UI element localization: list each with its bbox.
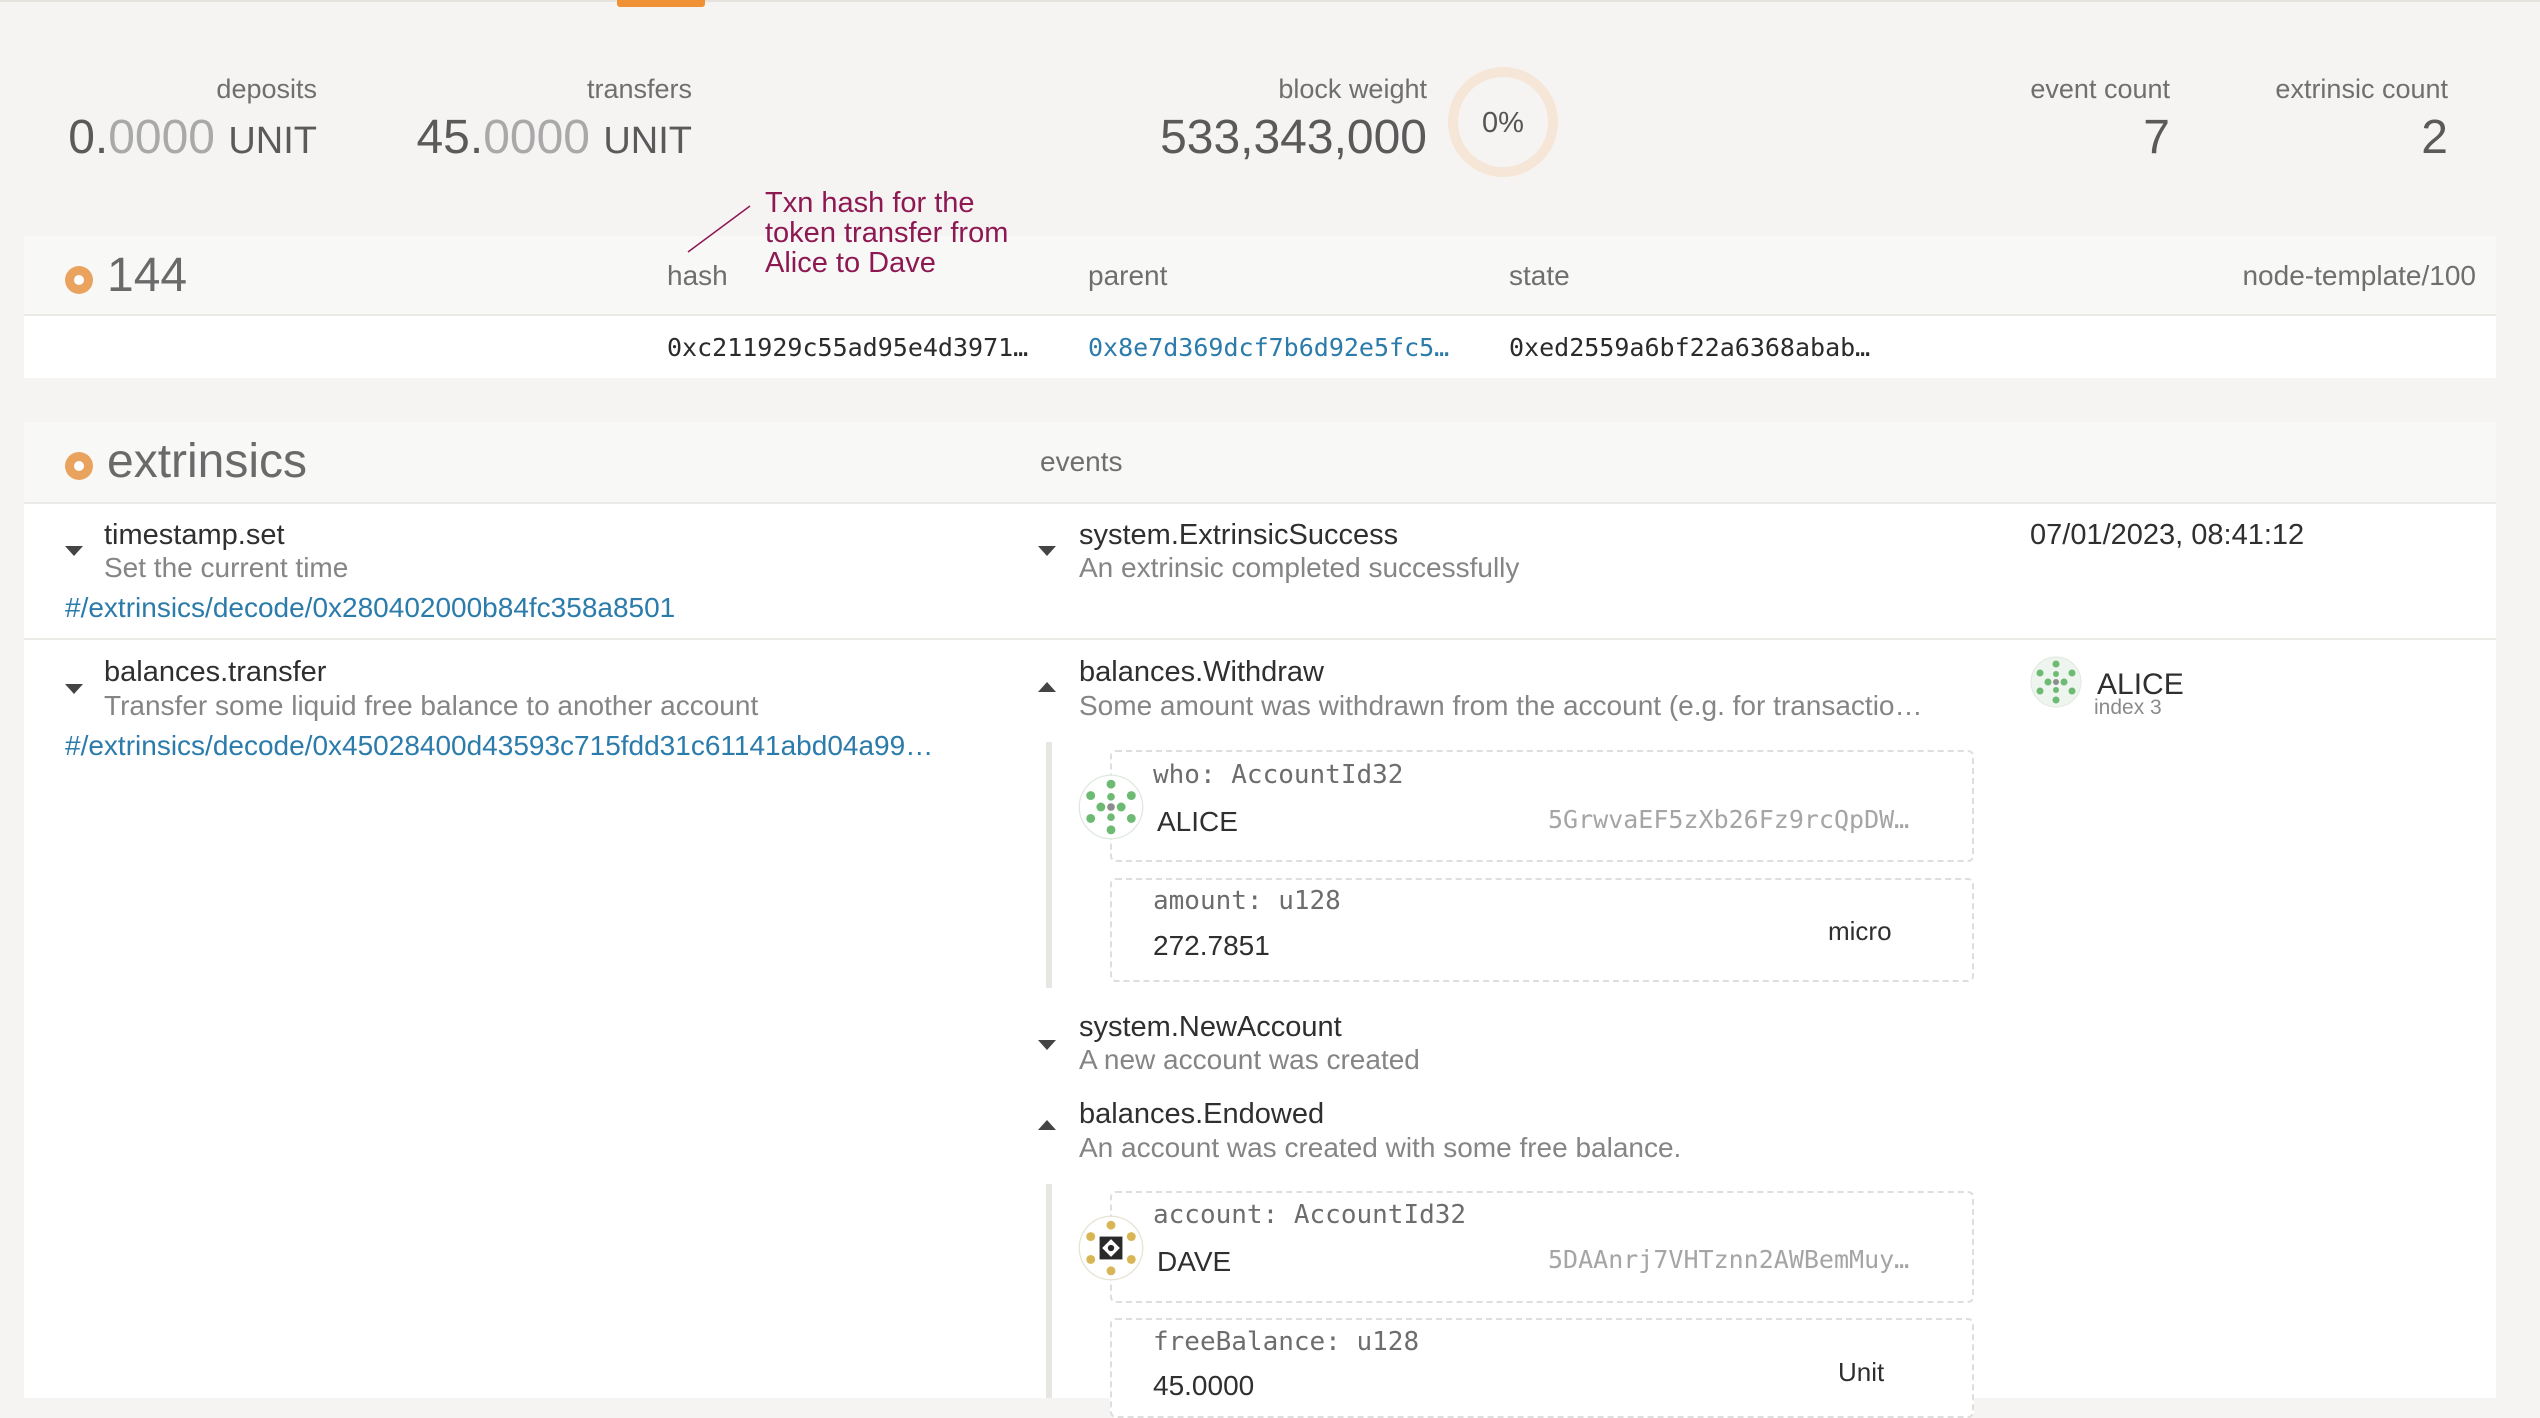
extrinsic-name: timestamp.set	[104, 519, 285, 551]
param-label: amount: u128	[1153, 886, 1341, 916]
event-name: balances.Endowed	[1079, 1098, 1325, 1130]
account-address[interactable]: 5DAAnrj7VHTznn2AWBemMuy…	[1548, 1245, 1909, 1274]
param-label: who: AccountId32	[1153, 760, 1404, 790]
caret-down-icon[interactable]	[1038, 546, 1056, 556]
block-hash: 0xc211929c55ad95e4d3971…	[667, 333, 1029, 362]
parent-label: parent	[1088, 260, 1168, 291]
extrinsics-header-row	[24, 422, 2496, 504]
section-dot-icon	[65, 452, 93, 480]
row-divider	[24, 638, 2496, 640]
annotation-pointer	[687, 205, 751, 253]
deposits-label: deposits	[216, 74, 317, 104]
event-count-label: event count	[2030, 74, 2170, 104]
identicon-alice	[1078, 774, 1144, 840]
block-weight-label: block weight	[1278, 74, 1427, 104]
transfers-label: transfers	[586, 74, 692, 104]
param-unit: Unit	[1838, 1357, 1885, 1387]
extrinsics-title: extrinsics	[107, 435, 308, 488]
param-value: 272.7851	[1153, 930, 1270, 961]
params-indent-bar	[1046, 1184, 1052, 1398]
deposits-value: 0.0000 UNIT	[68, 111, 317, 164]
extrinsic-count-label: extrinsic count	[2275, 74, 2448, 104]
event-count-value: 7	[2143, 111, 2170, 164]
caret-down-icon[interactable]	[65, 546, 83, 556]
caret-down-icon[interactable]	[65, 684, 83, 694]
hash-label: hash	[667, 260, 728, 291]
param-label: account: AccountId32	[1153, 1200, 1467, 1230]
extrinsic-desc: Transfer some liquid free balance to ano…	[104, 690, 759, 721]
event-desc: A new account was created	[1079, 1044, 1420, 1075]
events-label: events	[1040, 446, 1123, 477]
extrinsic-name: balances.transfer	[104, 656, 327, 688]
extrinsic-count-value: 2	[2421, 111, 2448, 164]
caret-up-icon[interactable]	[1038, 682, 1056, 692]
param-value: 45.0000	[1153, 1370, 1255, 1401]
section-dot-icon	[65, 266, 93, 294]
extrinsic-timestamp: 07/01/2023, 08:41:12	[2030, 519, 2305, 551]
transfers-value: 45.0000 UNIT	[416, 111, 692, 164]
extrinsic-desc: Set the current time	[104, 552, 349, 583]
event-desc: An extrinsic completed successfully	[1079, 552, 1520, 583]
identicon-alice	[2030, 656, 2082, 708]
event-name: balances.Withdraw	[1079, 656, 1324, 688]
block-weight-value: 533,343,000	[1160, 111, 1427, 164]
signer-index: index 3	[2094, 696, 2162, 719]
param-unit: micro	[1828, 916, 1892, 946]
account-address[interactable]: 5GrwvaEF5zXb26Fz9rcQpDW…	[1548, 805, 1909, 834]
event-name: system.ExtrinsicSuccess	[1079, 519, 1399, 551]
account-name[interactable]: ALICE	[1157, 806, 1238, 838]
block-number: 144	[107, 249, 188, 302]
param-label: freeBalance: u128	[1153, 1327, 1420, 1357]
annotation-text: Txn hash for the token transfer from Ali…	[765, 187, 1009, 279]
extrinsic-decode-link[interactable]: #/extrinsics/decode/0x280402000b84fc358a…	[65, 592, 675, 624]
top-tab-strip	[0, 0, 2540, 2]
account-name[interactable]: DAVE	[1157, 1246, 1231, 1278]
event-desc: Some amount was withdrawn from the accou…	[1079, 690, 1923, 721]
caret-up-icon[interactable]	[1038, 1120, 1056, 1130]
caret-down-icon[interactable]	[1038, 1040, 1056, 1050]
block-weight-percent: 0%	[1482, 107, 1524, 139]
state-root: 0xed2559a6bf22a6368abab…	[1509, 333, 1871, 362]
event-name: system.NewAccount	[1079, 1011, 1342, 1043]
runtime-version: node-template/100	[2242, 260, 2476, 291]
params-indent-bar	[1046, 742, 1052, 988]
extrinsic-decode-link[interactable]: #/extrinsics/decode/0x45028400d43593c715…	[65, 730, 933, 762]
event-desc: An account was created with some free ba…	[1079, 1132, 1682, 1163]
state-label: state	[1509, 260, 1570, 291]
active-tab-indicator	[617, 0, 705, 7]
identicon-dave	[1078, 1215, 1144, 1281]
parent-hash-link[interactable]: 0x8e7d369dcf7b6d92e5fc5…	[1088, 333, 1449, 362]
